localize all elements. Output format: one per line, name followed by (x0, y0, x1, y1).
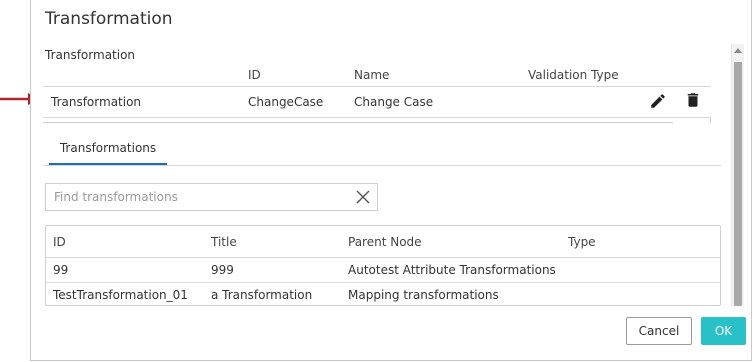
column-header-validation-type: Validation Type (528, 68, 619, 82)
header-title[interactable]: Title (211, 235, 237, 249)
divider (43, 122, 673, 123)
header-id[interactable]: ID (53, 235, 66, 249)
search-input[interactable] (46, 184, 362, 210)
section-label: Transformation (45, 48, 136, 62)
scroll-up-arrow-icon[interactable] (734, 48, 742, 53)
transformations-table: ID Title Parent Node Type 99 999 Autotes… (45, 225, 721, 306)
dialog-title: Transformation (45, 9, 173, 29)
header-type[interactable]: Type (568, 235, 596, 249)
table-row[interactable]: 99 999 Autotest Attribute Transformation… (46, 258, 720, 283)
cancel-button[interactable]: Cancel (626, 317, 692, 345)
tab-bar-divider (43, 165, 721, 166)
selected-row-id: ChangeCase (248, 95, 324, 109)
cell-parent-node: Mapping transformations (348, 288, 499, 302)
cell-id: TestTransformation_01 (53, 288, 188, 302)
table-header: ID Title Parent Node Type (46, 226, 720, 258)
search-box (45, 183, 378, 211)
selected-row-name: Change Case (354, 95, 434, 109)
cell-title: a Transformation (211, 288, 313, 302)
scrollbar[interactable] (731, 44, 744, 306)
selected-row-type: Transformation (51, 95, 142, 109)
scrollbar-thumb[interactable] (734, 62, 742, 306)
pencil-icon[interactable] (649, 92, 667, 110)
close-icon[interactable] (356, 190, 370, 204)
cell-parent-node: Autotest Attribute Transformations (348, 263, 556, 277)
header-parent-node[interactable]: Parent Node (348, 235, 422, 249)
table-row[interactable]: TestTransformation_01 a Transformation M… (46, 283, 720, 307)
tab-transformations[interactable]: Transformations (49, 136, 167, 166)
cell-id: 99 (53, 263, 69, 277)
trash-icon[interactable] (684, 91, 702, 109)
selected-transformation-row: Transformation ChangeCase Change Case (43, 86, 711, 118)
cell-title: 999 (211, 263, 234, 277)
column-header-name: Name (354, 68, 390, 82)
column-header-id: ID (248, 68, 261, 82)
transformation-dialog: Transformation Transformation ID Name Va… (30, 0, 752, 361)
divider (710, 117, 711, 123)
ok-button[interactable]: OK (701, 317, 746, 345)
